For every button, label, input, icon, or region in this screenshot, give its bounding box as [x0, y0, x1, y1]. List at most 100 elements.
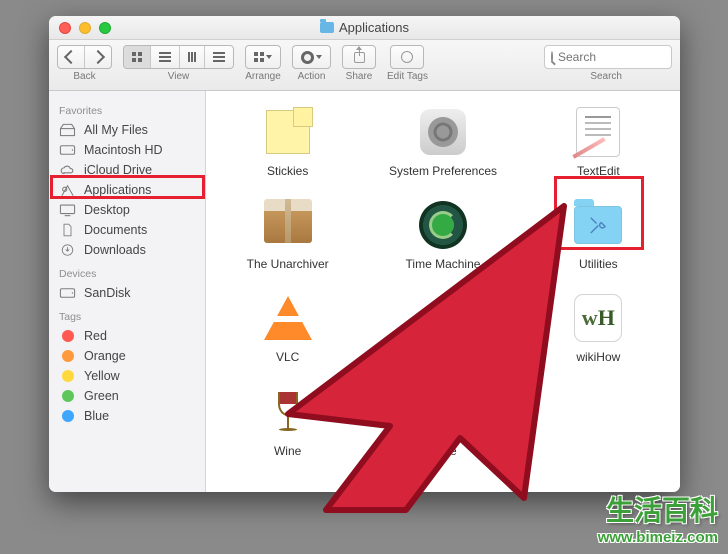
sidebar-item-documents[interactable]: Documents: [49, 220, 205, 240]
sidebar-item-label: Macintosh HD: [84, 143, 163, 157]
forward-button[interactable]: [84, 46, 111, 68]
sidebar-tag-green[interactable]: Green: [49, 386, 205, 406]
sidebar-section-devices: Devices: [49, 264, 205, 283]
sidebar-tag-yellow[interactable]: Yellow: [49, 366, 205, 386]
cloud-icon: [59, 163, 76, 177]
system-preferences-icon: [420, 109, 466, 155]
arrange-label: Arrange: [245, 71, 281, 82]
app-wine-2[interactable]: Wine: [369, 379, 516, 462]
share-group: Share: [342, 45, 376, 82]
view-column-button[interactable]: [179, 46, 204, 68]
chevron-left-icon: [64, 50, 78, 64]
sidebar-item-all-my-files[interactable]: All My Files: [49, 120, 205, 140]
sidebar-item-label: Red: [84, 329, 107, 343]
app-label: Wine: [274, 445, 301, 458]
arrange-icon: [254, 52, 264, 62]
sidebar-item-label: Documents: [84, 223, 147, 237]
search-label: Search: [590, 71, 622, 82]
tags-label: Edit Tags: [387, 71, 428, 82]
app-label: VLC: [276, 351, 299, 364]
app-label: Stickies: [267, 165, 308, 178]
search-input[interactable]: [558, 50, 680, 64]
sidebar-item-label: Orange: [84, 349, 126, 363]
sidebar-item-desktop[interactable]: Desktop: [49, 200, 205, 220]
search-group: Search: [439, 45, 672, 82]
app-utilities-folder[interactable]: Utilities: [525, 192, 672, 275]
share-icon: [354, 52, 365, 63]
search-field[interactable]: [544, 45, 672, 69]
share-label: Share: [346, 71, 373, 82]
view-group: View: [123, 45, 234, 82]
arrange-button[interactable]: [245, 45, 281, 69]
chevron-right-icon: [91, 50, 105, 64]
edit-tags-button[interactable]: [390, 45, 424, 69]
all-my-files-icon: [59, 123, 76, 137]
app-wine-1[interactable]: Wine: [214, 379, 361, 462]
tag-red-icon: [59, 329, 76, 343]
tag-icon: [401, 51, 413, 63]
documents-icon: [59, 223, 76, 237]
finder-body: Favorites All My Files Macintosh HD iClo…: [49, 91, 680, 492]
sidebar-item-icloud-drive[interactable]: iCloud Drive: [49, 160, 205, 180]
sidebar-item-label: All My Files: [84, 123, 148, 137]
window-title: Applications: [49, 20, 680, 35]
app-label: wikiHow: [576, 351, 620, 364]
app-stickies[interactable]: Stickies: [214, 99, 361, 182]
app-label: System Preferences: [389, 165, 497, 178]
sidebar-item-label: Desktop: [84, 203, 130, 217]
finder-window: Applications Back View Arrang: [49, 16, 680, 492]
tags-group: Edit Tags: [387, 45, 428, 82]
sidebar-tag-red[interactable]: Red: [49, 326, 205, 346]
window-title-text: Applications: [339, 20, 409, 35]
action-label: Action: [298, 71, 326, 82]
sidebar-item-label: Green: [84, 389, 119, 403]
view-icon-button[interactable]: [124, 46, 150, 68]
app-hidden-2[interactable]: [525, 379, 672, 462]
back-button[interactable]: [58, 46, 84, 68]
titlebar: Applications: [49, 16, 680, 40]
app-vlc[interactable]: VLC: [214, 285, 361, 368]
watermark-url: www.bimeiz.com: [598, 529, 718, 546]
icon-view-content[interactable]: Stickies System Preferences TextEdit The…: [206, 91, 680, 492]
coverflow-icon: [213, 52, 225, 62]
sidebar: Favorites All My Files Macintosh HD iClo…: [49, 91, 206, 492]
sidebar-item-label: iCloud Drive: [84, 163, 152, 177]
sidebar-item-label: Applications: [84, 183, 151, 197]
app-the-unarchiver[interactable]: The Unarchiver: [214, 192, 361, 275]
view-label: View: [168, 71, 190, 82]
list-icon: [159, 52, 171, 62]
wine-icon: [278, 392, 298, 431]
share-button[interactable]: [342, 45, 376, 69]
toolbar: Back View Arrange Action: [49, 40, 680, 91]
app-hidden[interactable]: [369, 285, 516, 368]
app-wikihow[interactable]: wH wikiHow: [525, 285, 672, 368]
sidebar-item-sandisk[interactable]: SanDisk: [49, 283, 205, 303]
gear-icon: [301, 51, 314, 64]
sidebar-item-applications[interactable]: Applications: [49, 180, 205, 200]
sidebar-item-macintosh-hd[interactable]: Macintosh HD: [49, 140, 205, 160]
watermark: 生活百科 www.bimeiz.com: [598, 489, 718, 546]
time-machine-icon: [419, 201, 467, 249]
sidebar-tag-orange[interactable]: Orange: [49, 346, 205, 366]
tag-blue-icon: [59, 409, 76, 423]
sidebar-item-label: SanDisk: [84, 286, 131, 300]
back-label: Back: [73, 71, 95, 82]
tag-yellow-icon: [59, 369, 76, 383]
app-textedit[interactable]: TextEdit: [525, 99, 672, 182]
view-coverflow-button[interactable]: [204, 46, 233, 68]
app-system-preferences[interactable]: System Preferences: [369, 99, 516, 182]
folder-icon: [320, 22, 334, 33]
app-label: TextEdit: [577, 165, 620, 178]
action-button[interactable]: [292, 45, 331, 69]
tag-green-icon: [59, 389, 76, 403]
view-list-button[interactable]: [150, 46, 179, 68]
sidebar-section-favorites: Favorites: [49, 101, 205, 120]
sidebar-tag-blue[interactable]: Blue: [49, 406, 205, 426]
sidebar-item-downloads[interactable]: Downloads: [49, 240, 205, 260]
app-time-machine[interactable]: Time Machine: [369, 192, 516, 275]
textedit-icon: [576, 107, 620, 157]
desktop-icon: [59, 203, 76, 217]
downloads-icon: [59, 243, 76, 257]
action-group: Action: [292, 45, 331, 82]
app-label: Utilities: [579, 258, 618, 271]
